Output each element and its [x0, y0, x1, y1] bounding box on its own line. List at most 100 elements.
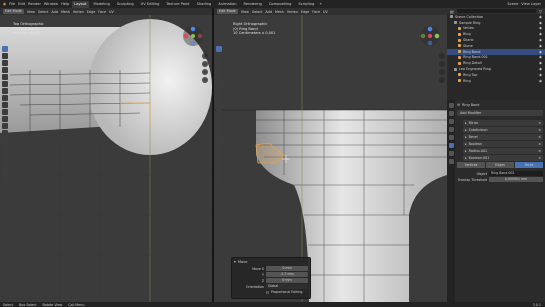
shear-tool-icon[interactable] [2, 172, 8, 178]
pan-hand-icon[interactable] [202, 61, 208, 67]
transform-tool-icon[interactable] [2, 81, 8, 87]
view-layer-selector[interactable]: View Layer [521, 2, 541, 6]
smooth-tool-icon[interactable] [2, 151, 8, 157]
modifier-panel[interactable]: ▸ Bevel × [463, 134, 543, 140]
chevron-right-icon[interactable]: ▸ [465, 128, 467, 132]
loop-cut-tool-icon[interactable] [2, 123, 8, 129]
pan-hand-icon[interactable] [439, 61, 445, 67]
menu-window[interactable]: Window [44, 2, 58, 6]
close-icon[interactable]: × [538, 156, 541, 160]
shrink-fatten-tool-icon[interactable] [216, 165, 222, 171]
right-menu-edge[interactable]: Edge [301, 10, 310, 14]
left-menu-mesh[interactable]: Mesh [61, 10, 70, 14]
annotate-tool-icon[interactable] [216, 88, 222, 94]
rotate-tool-icon[interactable] [2, 67, 8, 73]
proportional-editing-checkbox[interactable] [266, 290, 269, 294]
rip-tool-icon[interactable] [2, 179, 8, 185]
grid-icon[interactable] [439, 77, 445, 83]
close-icon[interactable]: × [538, 149, 541, 153]
menu-edit[interactable]: Edit [18, 2, 25, 6]
left-menu-vertex[interactable]: Vertex [73, 10, 84, 14]
scene-selector[interactable]: Scene [507, 2, 518, 6]
poly-build-tool-icon[interactable] [2, 137, 8, 143]
left-viewport[interactable]: Top Orthographic (0) Ring Band Meters x … [0, 15, 212, 302]
left-menu-select[interactable]: Select [38, 10, 48, 14]
workspace-tab-modeling[interactable]: Modeling [92, 1, 112, 8]
visibility-eye-icon[interactable]: ◉ [539, 61, 542, 65]
right-menu-view[interactable]: View [241, 10, 249, 14]
annotate-tool-icon[interactable] [2, 88, 8, 94]
menu-help[interactable]: Help [61, 2, 69, 6]
edge-slide-tool-icon[interactable] [216, 158, 222, 164]
edge-slide-tool-icon[interactable] [2, 158, 8, 164]
poly-build-tool-icon[interactable] [216, 137, 222, 143]
grid-icon[interactable] [202, 77, 208, 83]
visibility-eye-icon[interactable]: ◉ [539, 38, 542, 42]
modifier-name[interactable]: Bevel [469, 135, 478, 139]
right-menu-mesh[interactable]: Mesh [275, 10, 284, 14]
workspace-tab-compositing[interactable]: Compositing [267, 1, 294, 8]
visibility-eye-icon[interactable]: ◉ [539, 21, 542, 25]
knife-tool-icon[interactable] [2, 130, 8, 136]
modifier-name[interactable]: Mirror [469, 121, 479, 125]
close-icon[interactable]: × [538, 142, 541, 146]
cursor-tool-icon[interactable] [2, 53, 8, 59]
tool-tab-icon[interactable] [448, 103, 454, 108]
modifier-name[interactable]: Radius.001 [469, 149, 487, 153]
transform-tool-icon[interactable] [216, 81, 222, 87]
left-menu-view[interactable]: View [27, 10, 35, 14]
right-menu-vertex[interactable]: Vertex [287, 10, 298, 14]
blender-logo-icon[interactable]: ◉ [3, 2, 6, 6]
scale-tool-icon[interactable] [216, 74, 222, 80]
workspace-tab-sculpting[interactable]: Sculpting [115, 1, 136, 8]
scale-tool-icon[interactable] [2, 74, 8, 80]
tab-vertices[interactable]: Vertices [457, 162, 485, 168]
visibility-eye-icon[interactable]: ◉ [539, 44, 542, 48]
menu-render[interactable]: Render [28, 2, 41, 6]
outliner-item[interactable]: Ring ◉ [447, 78, 545, 84]
chevron-right-icon[interactable]: ▸ [465, 135, 467, 139]
spin-tool-icon[interactable] [2, 144, 8, 150]
render-tab-icon[interactable] [448, 111, 454, 116]
knife-tool-icon[interactable] [216, 130, 222, 136]
chevron-right-icon[interactable]: ▸ [465, 142, 467, 146]
measure-tool-icon[interactable] [2, 95, 8, 101]
camera-icon[interactable] [202, 69, 208, 75]
select-box-tool-icon[interactable] [216, 46, 222, 52]
camera-icon[interactable] [439, 69, 445, 75]
move-y-field[interactable]: -1.7 mm [266, 272, 308, 277]
visibility-eye-icon[interactable]: ◉ [539, 73, 542, 77]
right-menu-add[interactable]: Add [265, 10, 272, 14]
left-menu-add[interactable]: Add [51, 10, 58, 14]
workspace-tab-layout[interactable]: Layout [72, 0, 89, 8]
move-z-field[interactable]: 0 mm [266, 278, 308, 283]
bevel-tool-icon[interactable] [2, 116, 8, 122]
modifier-name[interactable]: Boolean.001 [469, 156, 490, 160]
workspace-tab-scripting[interactable]: Scripting [296, 1, 316, 8]
visibility-eye-icon[interactable]: ◉ [539, 15, 542, 19]
inset-tool-icon[interactable] [216, 109, 222, 115]
move-panel-header[interactable]: ▾ Move [234, 260, 308, 264]
workspace-tab-uv-editing[interactable]: UV Editing [139, 1, 162, 8]
close-icon[interactable]: × [538, 128, 541, 132]
modifier-panel[interactable]: ▸ Boolean.001 × [463, 155, 543, 161]
left-menu-edge[interactable]: Edge [87, 10, 96, 14]
modifier-panel[interactable]: ▸ Subdivision × [463, 127, 543, 133]
right-menu-uv[interactable]: UV [323, 10, 328, 14]
workspace-tab-shading[interactable]: Shading [195, 1, 214, 8]
left-mode-selector[interactable]: Edit Mode [3, 9, 24, 14]
visibility-eye-icon[interactable]: ◉ [539, 79, 542, 83]
zoom-icon[interactable] [439, 53, 445, 59]
visibility-eye-icon[interactable]: ◉ [539, 32, 542, 36]
extrude-tool-icon[interactable] [2, 102, 8, 108]
visibility-eye-icon[interactable]: ◉ [539, 50, 542, 54]
bevel-tool-icon[interactable] [216, 116, 222, 122]
shear-tool-icon[interactable] [216, 172, 222, 178]
menu-file[interactable]: File [9, 2, 15, 6]
modifier-panel[interactable]: ▸ Radius.001 × [463, 148, 543, 154]
chevron-right-icon[interactable]: ▸ [465, 121, 467, 125]
right-mode-selector[interactable]: Edit Mode [217, 9, 238, 14]
outliner-filter-icon[interactable]: ▤ [450, 9, 454, 14]
move-tool-icon[interactable] [216, 60, 222, 66]
chevron-right-icon[interactable]: ▸ [465, 149, 467, 153]
